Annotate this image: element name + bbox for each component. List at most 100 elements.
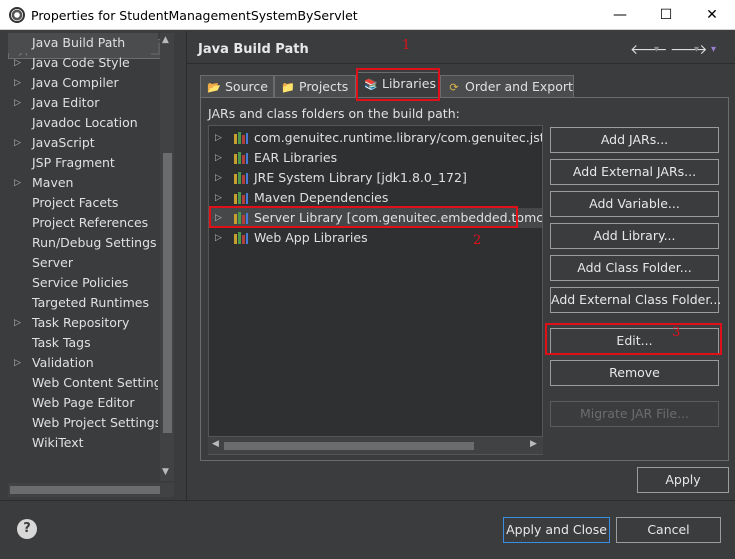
tab-projects[interactable]: 📁 Projects	[274, 75, 356, 97]
apply-and-close-button[interactable]: Apply and Close	[503, 517, 610, 543]
sidebar-item[interactable]: ▷ Java Editor	[8, 93, 158, 113]
sidebar-item-label: Task Repository	[32, 315, 130, 330]
sidebar-item-label: Java Editor	[32, 95, 100, 110]
pane-divider[interactable]	[186, 31, 187, 500]
source-folder-icon: 📂	[207, 81, 221, 94]
order-export-icon: ⟳	[449, 81, 459, 94]
sidebar-item-label: Javadoc Location	[32, 115, 138, 130]
expand-arrow-icon[interactable]: ▷	[14, 353, 24, 373]
back-arrow-icon[interactable]: 🡐	[630, 41, 668, 58]
sidebar-item[interactable]: ▷ Task Repository	[8, 313, 158, 333]
sidebar-item[interactable]: Web Content Settings	[8, 373, 158, 393]
sidebar-item[interactable]: Task Tags	[8, 333, 158, 353]
sidebar-item-label: Java Compiler	[32, 75, 119, 90]
library-label: Web App Libraries	[254, 230, 368, 245]
sidebar-item[interactable]: Server	[8, 253, 158, 273]
project-folder-icon: 📁	[281, 81, 295, 94]
expand-arrow-icon[interactable]: ▷	[215, 168, 222, 188]
help-icon[interactable]: ?	[17, 519, 37, 539]
sidebar-item[interactable]: ▷ Java Compiler	[8, 73, 158, 93]
scroll-right-icon[interactable]: ▶	[530, 439, 537, 449]
cancel-button[interactable]: Cancel	[616, 517, 721, 543]
tab-source[interactable]: 📂 Source	[200, 75, 274, 97]
sidebar-item-label: Project References	[32, 215, 149, 230]
view-menu-icon[interactable]: ▾	[711, 44, 716, 55]
expand-arrow-icon[interactable]: ▷	[215, 208, 222, 228]
sidebar-item[interactable]: Web Project Settings	[8, 413, 158, 433]
expand-arrow-icon[interactable]: ▷	[14, 133, 24, 153]
maximize-button[interactable]: ☐	[643, 0, 689, 30]
add-jars-button[interactable]: Add JARs...	[550, 127, 719, 153]
sidebar-item[interactable]: Javadoc Location	[8, 113, 158, 133]
add-external-jars-button[interactable]: Add External JARs...	[550, 159, 719, 185]
sidebar-item[interactable]: ▷ Maven	[8, 173, 158, 193]
sidebar-item[interactable]: WikiText	[8, 433, 158, 453]
preferences-tree: Java Build Path ▷ Java Code Style ▷ Java Com…	[8, 33, 158, 481]
libraries-icon: 📚	[364, 78, 378, 91]
sidebar-item-label: Service Policies	[32, 275, 129, 290]
expand-arrow-icon[interactable]: ▷	[14, 93, 24, 113]
library-icon	[234, 152, 248, 164]
sidebar-item[interactable]: Project Facets	[8, 193, 158, 213]
library-icon	[234, 192, 248, 204]
edit-button[interactable]: Edit...	[550, 328, 719, 354]
expand-arrow-icon[interactable]: ▷	[215, 188, 222, 208]
sidebar-item[interactable]: Project References	[8, 213, 158, 233]
expand-arrow-icon[interactable]: ▷	[14, 73, 24, 93]
scroll-up-icon[interactable]: ▲	[162, 35, 169, 45]
expand-arrow-icon[interactable]: ▷	[215, 228, 222, 248]
sidebar-item-label: Server	[32, 255, 73, 270]
library-icon	[234, 232, 248, 244]
close-button[interactable]: ✕	[689, 0, 735, 30]
sidebar-item[interactable]: Web Page Editor	[8, 393, 158, 413]
expand-arrow-icon[interactable]: ▷	[14, 173, 24, 193]
expand-arrow-icon[interactable]: ▷	[14, 313, 24, 333]
tab-label: Projects	[299, 79, 349, 94]
add-class-folder-button[interactable]: Add Class Folder...	[550, 255, 719, 281]
expand-arrow-icon[interactable]: ▷	[215, 148, 222, 168]
sidebar-horizontal-scrollbar[interactable]	[8, 483, 174, 497]
back-dropdown-icon[interactable]: ▾	[654, 44, 659, 55]
scroll-left-icon[interactable]: ◀	[212, 439, 219, 449]
library-icon	[234, 212, 248, 224]
apply-button[interactable]: Apply	[637, 467, 729, 493]
expand-arrow-icon[interactable]: ▷	[215, 128, 222, 148]
scrollbar-thumb[interactable]	[10, 486, 160, 494]
libraries-tree[interactable]: ▷ com.genuitec.runtime.library/com.genui…	[208, 125, 543, 455]
expand-arrow-icon[interactable]: ▷	[14, 53, 24, 73]
migrate-jar-button[interactable]: Migrate JAR File...	[550, 401, 719, 427]
library-item-selected[interactable]: ▷ Server Library [com.genuitec.embedded.…	[209, 208, 542, 228]
scrollbar-thumb[interactable]	[224, 442, 474, 450]
sidebar-item-label: Java Build Path	[32, 35, 126, 50]
library-label: Maven Dependencies	[254, 190, 389, 205]
sidebar-item[interactable]: ▷ Java Code Style	[8, 53, 158, 73]
library-icon	[234, 172, 248, 184]
sidebar-item[interactable]: Service Policies	[8, 273, 158, 293]
scrollbar-thumb[interactable]	[163, 153, 172, 433]
sidebar-item[interactable]: Run/Debug Settings	[8, 233, 158, 253]
sidebar-vertical-scrollbar[interactable]: ▲ ▼	[160, 33, 174, 481]
sidebar-item[interactable]: ▷ Validation	[8, 353, 158, 373]
scroll-down-icon[interactable]: ▼	[162, 467, 169, 477]
sidebar-item[interactable]: Targeted Runtimes	[8, 293, 158, 313]
sidebar-item[interactable]: ▷ JavaScript	[8, 133, 158, 153]
sidebar-item[interactable]: JSP Fragment	[8, 153, 158, 173]
sidebar-item[interactable]: Java Build Path	[8, 33, 158, 53]
header-divider	[187, 63, 735, 64]
title-bar: Properties for StudentManagementSystemBy…	[0, 0, 735, 30]
annotation-number-1: 1	[402, 38, 411, 53]
forward-arrow-icon[interactable]: 🡒	[670, 41, 708, 58]
library-icon	[234, 132, 248, 144]
sidebar-item-label: Validation	[32, 355, 94, 370]
sidebar-item-label: WikiText	[32, 435, 84, 450]
remove-button[interactable]: Remove	[550, 360, 719, 386]
eclipse-icon	[9, 7, 25, 23]
tab-libraries[interactable]: 📚 Libraries	[357, 72, 439, 98]
minimize-button[interactable]: —	[597, 0, 643, 30]
forward-dropdown-icon[interactable]: ▾	[694, 44, 699, 55]
add-variable-button[interactable]: Add Variable...	[550, 191, 719, 217]
add-external-class-folder-button[interactable]: Add External Class Folder...	[550, 287, 721, 313]
tab-order-and-export[interactable]: ⟳ Order and Export	[440, 75, 574, 97]
add-library-button[interactable]: Add Library...	[550, 223, 719, 249]
libraries-horizontal-scrollbar[interactable]: ◀ ▶	[208, 436, 543, 454]
